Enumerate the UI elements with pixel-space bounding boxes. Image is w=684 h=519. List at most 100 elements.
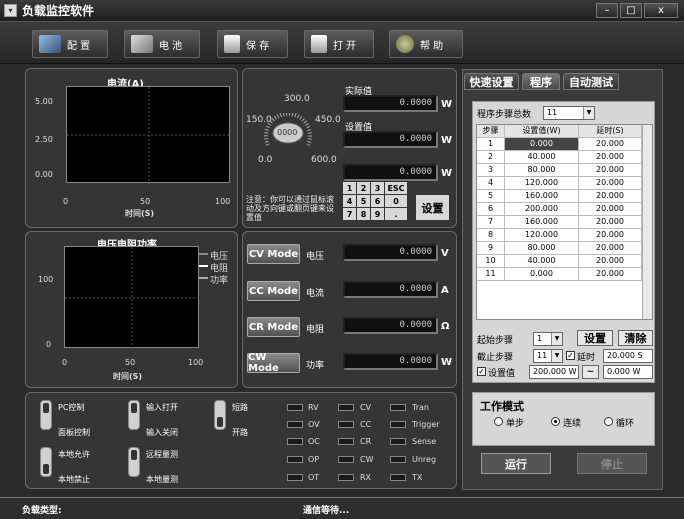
table-row[interactable]: 2 40.000 20.000 bbox=[477, 151, 652, 164]
help-button[interactable]: 帮 助 bbox=[389, 30, 463, 58]
table-row[interactable]: 1 0.000 20.000 bbox=[477, 138, 652, 151]
led-cr: CR bbox=[360, 437, 372, 446]
key-1[interactable]: 1 bbox=[343, 182, 356, 194]
vrp-plot bbox=[64, 246, 200, 349]
battery-button[interactable]: 电 池 bbox=[124, 30, 200, 58]
table-row[interactable]: 3 80.000 20.000 bbox=[477, 164, 652, 177]
continuous-radio[interactable] bbox=[551, 417, 560, 426]
start-step-select[interactable]: 1 ▼ bbox=[533, 332, 563, 346]
program-clear-button[interactable]: 清除 bbox=[618, 330, 653, 346]
table-row[interactable]: 9 80.000 20.000 bbox=[477, 242, 652, 255]
tab-program[interactable]: 程序 bbox=[522, 73, 560, 90]
y-tick: 0.00 bbox=[35, 170, 53, 179]
cw-mode-button[interactable]: CW Mode bbox=[247, 352, 300, 374]
status-led bbox=[338, 421, 354, 428]
local-switch[interactable] bbox=[40, 447, 52, 477]
status-led bbox=[287, 421, 303, 428]
current-label: 电流 bbox=[306, 289, 325, 299]
status-led bbox=[338, 438, 354, 445]
setvalue-checkbox[interactable]: ✓ bbox=[477, 367, 486, 376]
table-row[interactable]: 8 120.000 20.000 bbox=[477, 229, 652, 242]
save-button[interactable]: 保 存 bbox=[217, 30, 288, 58]
voltage-display: 0.0000 bbox=[343, 244, 438, 261]
pc-control-switch[interactable] bbox=[40, 400, 52, 430]
run-button[interactable]: 运行 bbox=[481, 453, 551, 474]
maximize-button[interactable]: □ bbox=[620, 3, 642, 18]
close-button[interactable]: x bbox=[644, 3, 678, 18]
single-step-label: 单步 bbox=[506, 419, 525, 429]
range-tilde: ~ bbox=[582, 365, 599, 379]
measure-switch[interactable] bbox=[128, 447, 140, 477]
legend-swatch-resistance bbox=[199, 265, 208, 267]
key-9[interactable]: 9 bbox=[371, 208, 384, 220]
unit: W bbox=[441, 168, 453, 179]
y-tick: 5.00 bbox=[35, 97, 53, 106]
x-axis-label: 时间(S) bbox=[113, 372, 143, 381]
table-row[interactable]: 4 120.000 20.000 bbox=[477, 177, 652, 190]
input-off-label: 输入关闭 bbox=[146, 428, 178, 437]
key-dot[interactable]: . bbox=[385, 208, 407, 220]
cr-mode-button[interactable]: CR Mode bbox=[247, 317, 300, 337]
key-4[interactable]: 4 bbox=[343, 195, 356, 207]
current-plot bbox=[66, 86, 231, 184]
led-sense: Sense bbox=[412, 437, 437, 446]
chevron-down-icon: ▼ bbox=[583, 107, 594, 119]
key-esc[interactable]: ESC bbox=[385, 182, 407, 194]
key-0[interactable]: 0 bbox=[385, 195, 407, 207]
table-row[interactable]: 6 200.000 20.000 bbox=[477, 203, 652, 216]
table-row[interactable]: 5 160.000 20.000 bbox=[477, 190, 652, 203]
table-row[interactable]: 10 40.000 20.000 bbox=[477, 255, 652, 268]
knob-tick: 0.0 bbox=[258, 155, 273, 165]
open-button[interactable]: 打 开 bbox=[304, 30, 374, 58]
end-step-select[interactable]: 11 ▼ bbox=[533, 349, 563, 363]
key-3[interactable]: 3 bbox=[371, 182, 384, 194]
input-switch[interactable] bbox=[128, 400, 140, 430]
program-set-button[interactable]: 设置 bbox=[577, 330, 613, 346]
set-value-display: 0.0000 bbox=[343, 131, 438, 148]
led-rv: RV bbox=[308, 403, 319, 412]
battery-icon bbox=[131, 35, 153, 53]
key-2[interactable]: 2 bbox=[357, 182, 370, 194]
unlock-icon bbox=[311, 35, 327, 53]
power-unit: W bbox=[441, 357, 453, 368]
current-unit: A bbox=[441, 285, 449, 296]
status-led bbox=[338, 474, 354, 481]
key-7[interactable]: 7 bbox=[343, 208, 356, 220]
table-row[interactable]: 11 0.000 20.000 bbox=[477, 268, 652, 281]
status-led bbox=[287, 456, 303, 463]
keypad-set-button[interactable]: 设置 bbox=[416, 195, 449, 220]
setvalue-start-input[interactable]: 200.000 W bbox=[529, 365, 579, 379]
unit: W bbox=[441, 99, 453, 110]
total-steps-select[interactable]: 11 ▼ bbox=[543, 106, 595, 120]
remote-measure-label: 远程量测 bbox=[146, 450, 178, 459]
chevron-down-icon: ▼ bbox=[551, 350, 562, 362]
cc-mode-button[interactable]: CC Mode bbox=[247, 281, 300, 301]
load-type-label: 负载类型: bbox=[22, 506, 62, 516]
vrp-plot-grid bbox=[65, 247, 200, 349]
setvalue-end-input[interactable]: 0.000 W bbox=[603, 365, 653, 379]
key-8[interactable]: 8 bbox=[357, 208, 370, 220]
entry-display[interactable]: 0.0000 bbox=[343, 164, 438, 181]
cv-mode-button[interactable]: CV Mode bbox=[247, 244, 300, 264]
single-step-radio[interactable] bbox=[494, 417, 503, 426]
stop-button[interactable]: 停止 bbox=[577, 453, 647, 474]
short-switch[interactable] bbox=[214, 400, 226, 430]
table-scrollbar[interactable] bbox=[642, 125, 652, 319]
x-tick: 50 bbox=[125, 358, 136, 367]
key-6[interactable]: 6 bbox=[371, 195, 384, 207]
knob-tick: 450.0 bbox=[315, 115, 341, 125]
key-5[interactable]: 5 bbox=[357, 195, 370, 207]
tab-quick-setup[interactable]: 快速设置 bbox=[464, 73, 519, 90]
delay-input[interactable]: 20.000 S bbox=[603, 349, 653, 363]
tab-auto-test[interactable]: 自动测试 bbox=[563, 73, 619, 90]
led-cw: CW bbox=[360, 455, 374, 464]
led-op: OP bbox=[308, 455, 320, 464]
resistance-display: 0.0000 bbox=[343, 317, 438, 334]
loop-radio[interactable] bbox=[604, 417, 613, 426]
y-tick: 0 bbox=[46, 340, 52, 349]
config-button[interactable]: 配 置 bbox=[32, 30, 108, 58]
delay-checkbox[interactable]: ✓ bbox=[566, 351, 575, 360]
table-row[interactable]: 7 160.000 20.000 bbox=[477, 216, 652, 229]
toolbar: 配 置 电 池 保 存 打 开 帮 助 bbox=[0, 22, 684, 64]
minimize-button[interactable]: – bbox=[596, 3, 618, 18]
